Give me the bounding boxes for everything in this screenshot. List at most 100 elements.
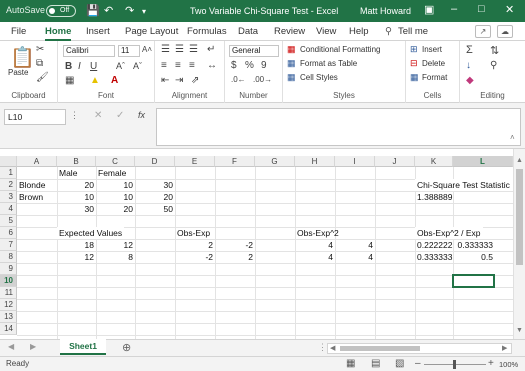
cell-e6[interactable]: Obs-Exp <box>175 227 212 239</box>
cell-b2[interactable]: 20 <box>57 179 96 191</box>
sort-filter-icon[interactable]: ⇅ <box>490 44 499 57</box>
underline-icon[interactable]: U <box>90 61 97 72</box>
tab-insert[interactable]: Insert <box>86 26 110 37</box>
bold-icon[interactable]: B <box>65 61 72 72</box>
cell-c4[interactable]: 20 <box>96 203 135 215</box>
row-header-11[interactable]: 11 <box>0 287 17 299</box>
enter-icon[interactable]: ✓ <box>116 110 124 121</box>
fill-color-icon[interactable]: ▲ <box>90 75 100 86</box>
column-header-h[interactable]: H <box>295 156 335 167</box>
cell-e8[interactable]: -2 <box>175 251 215 263</box>
column-header-e[interactable]: E <box>175 156 215 167</box>
font-color-icon[interactable]: A <box>111 75 118 86</box>
cell-b8[interactable]: 12 <box>57 251 96 263</box>
cell-b4[interactable]: 30 <box>57 203 96 215</box>
cell-c1[interactable]: Female <box>96 167 128 179</box>
row-header-2[interactable]: 2 <box>0 179 17 191</box>
name-box[interactable]: L10 <box>4 109 66 125</box>
tab-data[interactable]: Data <box>238 26 258 37</box>
cell-k8[interactable]: 0.333333 <box>415 251 453 263</box>
next-sheet-icon[interactable]: ▶ <box>30 342 36 351</box>
copy-icon[interactable]: ⧉ <box>36 58 43 69</box>
format-as-table-button[interactable]: Format as Table <box>300 59 357 68</box>
percent-style-icon[interactable]: % <box>245 60 254 71</box>
increase-decimal-icon[interactable]: .0← <box>231 75 246 84</box>
row-header-12[interactable]: 12 <box>0 299 17 311</box>
top-align-icon[interactable]: ☰ <box>161 44 170 55</box>
zoom-slider-thumb[interactable] <box>453 360 456 369</box>
column-header-c[interactable]: C <box>96 156 135 167</box>
cell-b3[interactable]: 10 <box>57 191 96 203</box>
cell-b1[interactable]: Male <box>57 167 79 179</box>
user-name[interactable]: Matt Howard <box>360 6 411 16</box>
format-painter-icon[interactable]: 🖌 <box>36 72 49 83</box>
close-icon[interactable]: ✕ <box>505 3 514 16</box>
cell-a3[interactable]: Brown <box>17 191 45 203</box>
new-sheet-icon[interactable]: ⊕ <box>122 341 131 354</box>
tab-home[interactable]: Home <box>45 26 72 41</box>
row-header-14[interactable]: 14 <box>0 323 17 335</box>
active-cell-selection[interactable] <box>452 274 495 288</box>
minimize-icon[interactable]: – <box>451 3 457 15</box>
insert-cells-button[interactable]: Insert <box>422 45 442 54</box>
cell-d3[interactable]: 20 <box>135 191 175 203</box>
fill-icon[interactable]: ↓ <box>466 60 471 71</box>
column-header-k[interactable]: K <box>415 156 453 167</box>
horizontal-scrollbar[interactable]: ◀ ▶ <box>327 343 512 354</box>
cell-f8[interactable]: 2 <box>215 251 255 263</box>
column-header-f[interactable]: F <box>215 156 255 167</box>
cell-h6[interactable]: Obs-Exp^2 <box>295 227 341 239</box>
column-header-b[interactable]: B <box>57 156 96 167</box>
comments-icon[interactable]: ☁ <box>497 25 513 38</box>
expand-formula-bar-icon[interactable]: ˄ <box>510 133 515 142</box>
autosave-toggle[interactable]: Off <box>46 5 76 17</box>
increase-indent-icon[interactable]: ⇥ <box>175 75 183 86</box>
align-left-icon[interactable]: ≡ <box>161 60 167 71</box>
row-header-7[interactable]: 7 <box>0 239 17 251</box>
number-format-dropdown[interactable]: General <box>229 45 279 57</box>
paste-icon[interactable]: 📋 <box>10 45 35 70</box>
tab-review[interactable]: Review <box>274 26 305 37</box>
cell-c7[interactable]: 12 <box>96 239 135 251</box>
scroll-left-icon[interactable]: ◀ <box>330 344 335 352</box>
cancel-icon[interactable]: ✕ <box>94 110 102 121</box>
maximize-icon[interactable]: □ <box>478 3 485 15</box>
ribbon-display-options-icon[interactable]: ▣ <box>424 3 434 16</box>
cell-f7[interactable]: -2 <box>215 239 255 251</box>
vertical-scrollbar[interactable]: ▲ ▼ <box>513 149 525 339</box>
search-icon[interactable]: ⚲ <box>385 26 392 37</box>
increase-font-icon[interactable]: A˄ <box>142 45 152 54</box>
comma-style-icon[interactable]: 9 <box>261 60 267 71</box>
decrease-decimal-icon[interactable]: .00→ <box>253 75 272 84</box>
tab-formulas[interactable]: Formulas <box>187 26 227 37</box>
cell-l7[interactable]: 0.333333 <box>453 239 495 251</box>
decrease-font-size-icon[interactable]: Aˇ <box>133 61 142 71</box>
merge-center-icon[interactable]: ↔ <box>207 60 217 71</box>
cell-a2[interactable]: Blonde <box>17 179 47 191</box>
share-icon[interactable]: ↗ <box>475 25 491 38</box>
format-cells-button[interactable]: Format <box>422 73 447 82</box>
zoom-out-icon[interactable]: – <box>415 358 421 369</box>
page-break-view-icon[interactable]: ▧ <box>395 358 404 369</box>
worksheet-grid[interactable]: A B C D E F G H I J K L 1 2 3 4 5 6 7 8 … <box>0 149 525 339</box>
column-header-l[interactable]: L <box>453 156 513 167</box>
column-header-g[interactable]: G <box>255 156 295 167</box>
select-all-corner[interactable] <box>0 156 17 167</box>
find-select-icon[interactable]: ⚲ <box>490 60 497 71</box>
row-header-1[interactable]: 1 <box>0 167 17 179</box>
previous-sheet-icon[interactable]: ◀ <box>8 342 14 351</box>
customize-quick-access-icon[interactable]: ▾ <box>142 7 146 16</box>
cut-icon[interactable]: ✂ <box>36 44 44 55</box>
tab-file[interactable]: File <box>11 26 26 37</box>
orientation-icon[interactable]: ⇗ <box>191 75 199 86</box>
row-header-4[interactable]: 4 <box>0 203 17 215</box>
column-header-i[interactable]: I <box>335 156 375 167</box>
vertical-scroll-thumb[interactable] <box>516 169 523 265</box>
cell-styles-button[interactable]: Cell Styles <box>300 73 338 82</box>
row-header-3[interactable]: 3 <box>0 191 17 203</box>
cell-k7[interactable]: 0.222222 <box>415 239 453 251</box>
cell-e7[interactable]: 2 <box>175 239 215 251</box>
cell-i8[interactable]: 4 <box>335 251 375 263</box>
cell-b6[interactable]: Expected Values <box>57 227 125 239</box>
sheet-tab-sheet1[interactable]: Sheet1 <box>60 339 106 355</box>
